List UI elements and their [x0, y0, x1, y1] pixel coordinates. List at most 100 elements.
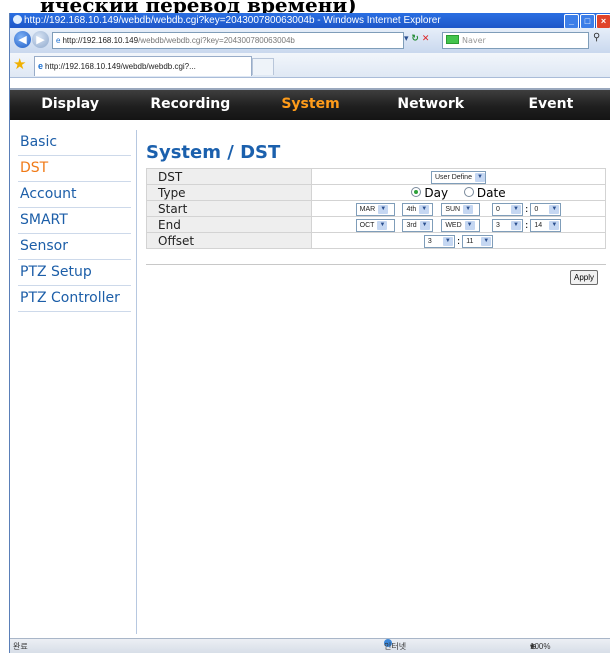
offset-label: Offset	[146, 232, 312, 249]
dst-mode-value: User Define	[435, 173, 472, 181]
end-day-select[interactable]: WED ▼	[441, 218, 481, 232]
address-bar[interactable]: e http://192.168.10.149/webdb/webdb.cgi?k…	[52, 32, 404, 49]
start-month-select[interactable]: MAR ▼	[355, 202, 395, 216]
type-day-radio[interactable]: Day	[411, 186, 448, 200]
radio-unchecked-icon	[463, 186, 474, 197]
sidebar-item-account[interactable]: Account	[18, 182, 131, 208]
offset-hour-value: 3	[427, 237, 432, 245]
start-value-cell: MAR ▼ 4th ▼ SUN ▼ 0 ▼:0 ▼	[311, 200, 606, 217]
forward-button[interactable]: ▶	[32, 31, 49, 48]
status-bar: 완료 인터넷 ⊕ 100% ▾	[10, 638, 610, 653]
table-row-start: Start MAR ▼ 4th ▼ SUN ▼ 0 ▼:0 ▼	[146, 200, 606, 217]
chevron-down-icon: ▼	[510, 204, 521, 214]
address-toolbar: ◀ ▶ e http://192.168.10.149/webdb/webdb.c…	[10, 28, 610, 54]
offset-minute-value: 11	[466, 237, 474, 245]
end-hour-value: 3	[495, 221, 500, 229]
table-row-dst: DST User Define ▼	[146, 168, 606, 185]
new-tab-button[interactable]	[252, 58, 274, 75]
end-label: End	[146, 216, 312, 233]
table-row-type: Type Day Date	[146, 184, 606, 201]
page-title: System / DST	[146, 142, 281, 163]
back-button[interactable]: ◀	[14, 31, 31, 48]
type-date-radio[interactable]: Date	[463, 185, 506, 200]
maximize-button[interactable]: □	[580, 14, 595, 29]
address-actions: ▾ ↻ ✕	[404, 32, 440, 47]
internet-zone-label: 인터넷	[384, 642, 407, 651]
sidebar-item-dst[interactable]: DST	[18, 156, 131, 182]
search-icon[interactable]: ⚲	[593, 32, 600, 43]
start-minute-value: 0	[534, 205, 539, 213]
start-week-select[interactable]: 4th ▼	[402, 202, 434, 216]
refresh-icon[interactable]: ↻	[411, 34, 419, 44]
dropdown-icon[interactable]: ▾	[404, 34, 409, 44]
chevron-down-icon: ▼	[442, 236, 453, 246]
page-icon: e	[56, 36, 61, 45]
form-divider	[146, 264, 606, 265]
type-label: Type	[146, 184, 312, 201]
search-box[interactable]: Naver	[442, 32, 589, 49]
end-week-value: 3rd	[406, 221, 417, 229]
tab-label: http://192.168.10.149/webdb/webdb.cgi?..…	[45, 62, 196, 71]
chevron-down-icon: ▼	[481, 236, 492, 246]
start-minute-select[interactable]: 0 ▼	[530, 202, 562, 216]
sidebar-item-ptz-setup[interactable]: PTZ Setup	[18, 260, 131, 286]
end-hour-select[interactable]: 3 ▼	[491, 218, 523, 232]
chevron-down-icon: ▼	[377, 220, 388, 230]
apply-button[interactable]: Apply	[570, 270, 599, 285]
naver-icon	[446, 35, 459, 44]
window-title: http://192.168.10.149/webdb/webdb.cgi?ke…	[24, 15, 441, 26]
dst-mode-select[interactable]: User Define ▼	[431, 170, 486, 184]
start-month-value: MAR	[359, 205, 376, 213]
time-colon: :	[524, 219, 529, 231]
chevron-down-icon: ▼	[510, 220, 521, 230]
title-bar: http://192.168.10.149/webdb/webdb.cgi?ke…	[10, 13, 610, 29]
favorites-star-icon[interactable]: ★	[13, 56, 26, 72]
main-menu: Display Recording System Network Event	[10, 88, 610, 120]
window-controls: _ □ ×	[564, 14, 610, 29]
time-colon: :	[524, 203, 529, 215]
offset-minute-select[interactable]: 11 ▼	[462, 234, 494, 248]
start-hour-select[interactable]: 0 ▼	[491, 202, 523, 216]
search-placeholder: Naver	[462, 36, 486, 45]
sidebar: Basic DST Account SMART Sensor PTZ Setup…	[18, 130, 131, 312]
chevron-down-icon: ▼	[378, 204, 389, 214]
offset-hour-select[interactable]: 3 ▼	[423, 234, 455, 248]
type-date-label: Date	[476, 185, 506, 200]
dst-settings-table: DST User Define ▼ Type Day Date Start MAR…	[146, 168, 606, 249]
zoom-control[interactable]: ⊕ 100% ▾	[530, 639, 550, 653]
end-month-select[interactable]: OCT ▼	[355, 218, 395, 232]
end-value-cell: OCT ▼ 3rd ▼ WED ▼ 3 ▼:14 ▼	[311, 216, 606, 233]
start-hour-value: 0	[495, 205, 500, 213]
chevron-down-icon: ▼	[463, 204, 474, 214]
stop-icon[interactable]: ✕	[422, 34, 430, 44]
menu-recording[interactable]: Recording	[130, 90, 250, 120]
sidebar-item-ptz-controller[interactable]: PTZ Controller	[18, 286, 131, 312]
sidebar-divider	[136, 130, 137, 634]
offset-value-cell: 3 ▼:11 ▼	[311, 232, 606, 249]
close-button[interactable]: ×	[596, 14, 610, 29]
end-week-select[interactable]: 3rd ▼	[402, 218, 434, 232]
type-day-label: Day	[424, 185, 449, 200]
start-day-select[interactable]: SUN ▼	[441, 202, 481, 216]
favorites-bar: ★ e http://192.168.10.149/webdb/webdb.cgi…	[10, 53, 610, 78]
chevron-down-icon: ▼	[549, 220, 560, 230]
menu-display[interactable]: Display	[10, 90, 130, 120]
chevron-down-icon: ▼	[474, 172, 485, 182]
sidebar-item-smart[interactable]: SMART	[18, 208, 131, 234]
page-content: Display Recording System Network Event B…	[10, 78, 610, 638]
menu-network[interactable]: Network	[371, 90, 491, 120]
type-value-cell: Day Date	[311, 184, 606, 201]
chevron-down-icon: ▼	[419, 220, 430, 230]
chevron-down-icon: ▼	[549, 204, 560, 214]
start-day-value: SUN	[445, 205, 461, 213]
minimize-button[interactable]: _	[564, 14, 579, 29]
radio-checked-icon	[411, 186, 422, 197]
address-host: http://192.168.10.149	[62, 36, 139, 45]
sidebar-item-sensor[interactable]: Sensor	[18, 234, 131, 260]
end-minute-select[interactable]: 14 ▼	[530, 218, 562, 232]
zoom-level: 100%	[530, 642, 551, 651]
sidebar-item-basic[interactable]: Basic	[18, 130, 131, 156]
menu-event[interactable]: Event	[491, 90, 610, 120]
menu-system[interactable]: System	[250, 90, 370, 120]
browser-tab[interactable]: e http://192.168.10.149/webdb/webdb.cgi?.…	[34, 56, 252, 76]
